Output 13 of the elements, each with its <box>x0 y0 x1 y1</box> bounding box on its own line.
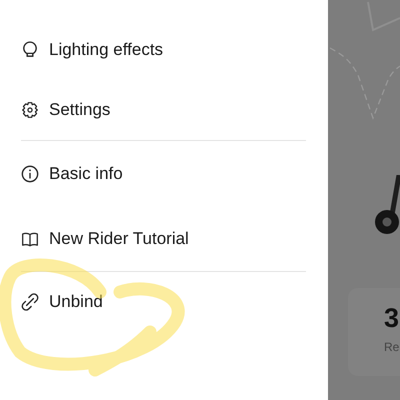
menu-item[interactable]: Lighting effects <box>21 20 306 80</box>
stat-label: Re <box>384 340 400 354</box>
light-bulb-icon <box>21 41 39 59</box>
menu-item[interactable]: Settings <box>21 80 306 140</box>
scooter-drawing <box>374 175 400 235</box>
info-icon <box>21 164 39 182</box>
menu-item[interactable]: Unbind <box>21 272 306 332</box>
settings-icon <box>21 101 39 119</box>
stat-value: 3 <box>384 302 400 334</box>
book-icon <box>21 230 39 248</box>
menu-item[interactable]: Basic info <box>21 141 306 206</box>
menu-item[interactable]: New Rider Tutorial <box>21 206 306 271</box>
broken-link-icon <box>21 293 39 311</box>
